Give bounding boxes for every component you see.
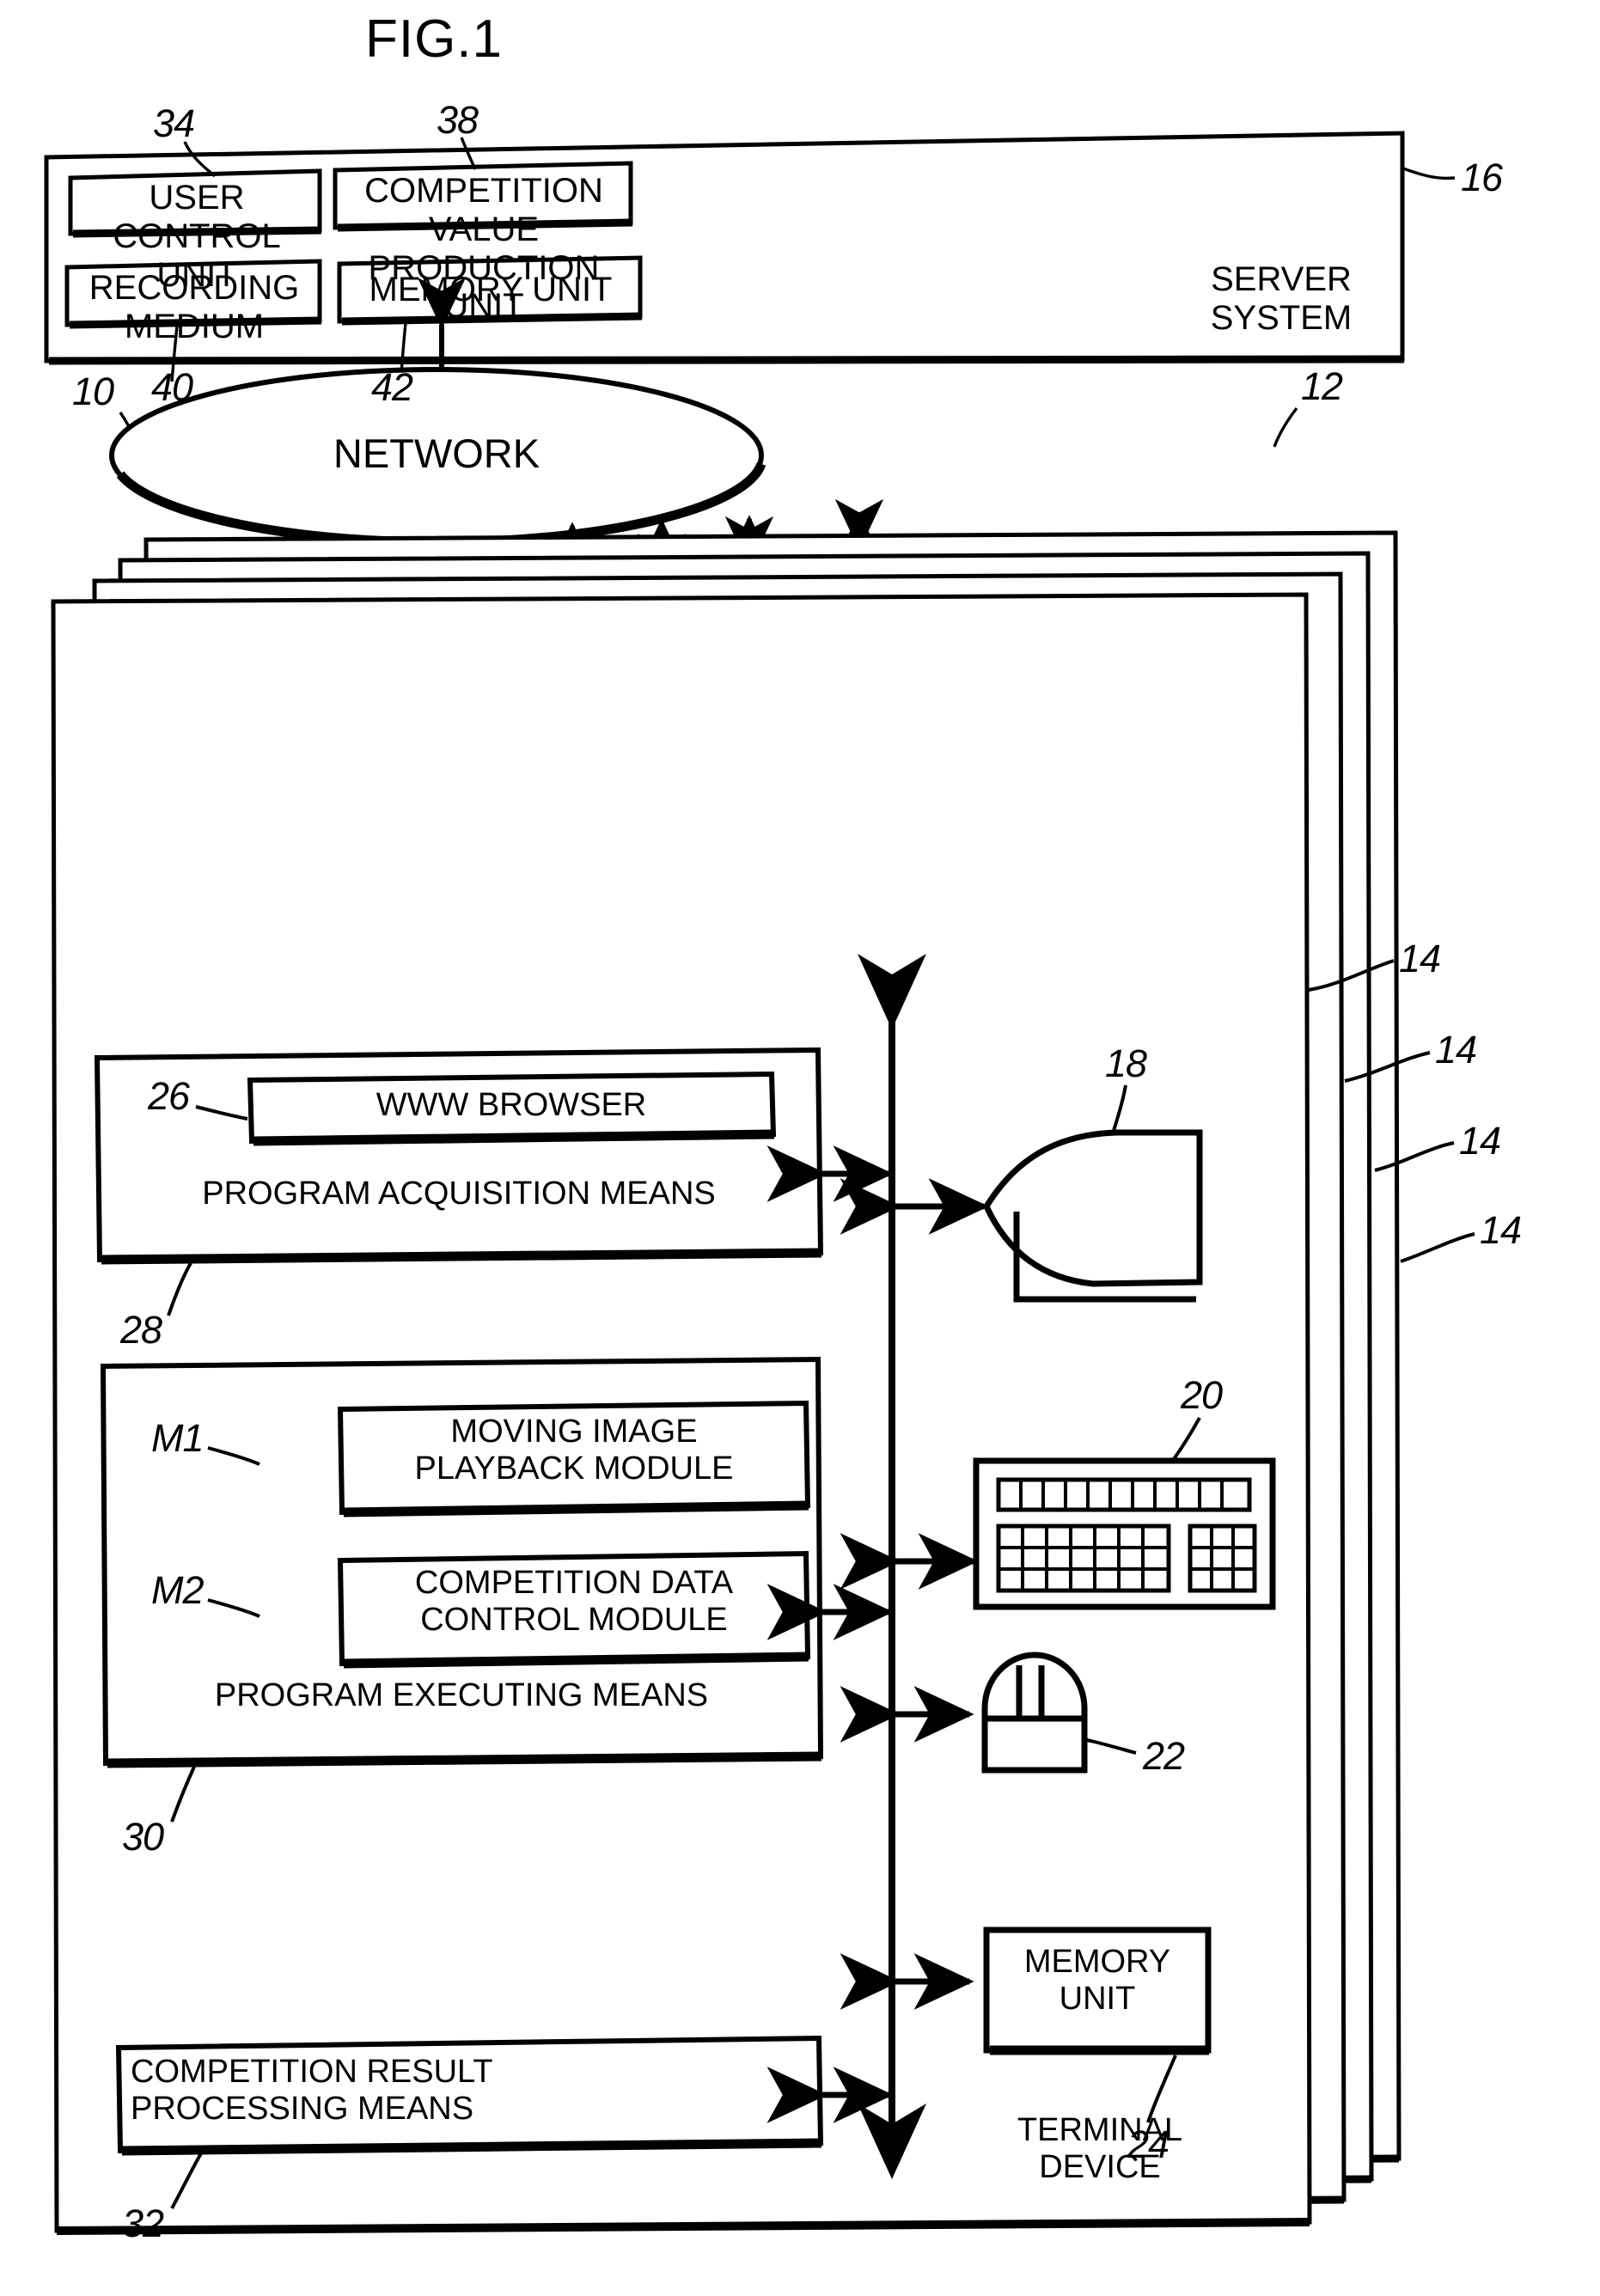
ref-28: 28 <box>120 1308 162 1352</box>
ref-14-c: 14 <box>1459 1119 1501 1163</box>
www-browser-box <box>247 1071 777 1146</box>
ref-14-a: 14 <box>1399 937 1441 980</box>
ref-20: 20 <box>1181 1373 1223 1417</box>
ref-34: 34 <box>153 101 195 145</box>
ref-10: 10 <box>72 369 114 413</box>
user-control-unit-box <box>68 168 322 238</box>
ref-18: 18 <box>1105 1041 1147 1085</box>
ref-42: 42 <box>371 365 413 409</box>
competition-value-production-unit-box <box>333 161 633 232</box>
moving-image-playback-module-box <box>337 1400 811 1517</box>
network-ellipse <box>109 367 766 547</box>
ref-m1: M1 <box>151 1416 205 1460</box>
recording-medium-box <box>64 259 322 329</box>
server-memory-unit-box <box>337 255 643 326</box>
ref-22: 22 <box>1143 1734 1185 1778</box>
ref-30: 30 <box>122 1815 164 1859</box>
server-system-box <box>44 131 1405 365</box>
ref-16: 16 <box>1461 156 1503 199</box>
ref-32: 32 <box>122 2201 164 2245</box>
keyboard-icon <box>973 1457 1276 1610</box>
ref-m2: M2 <box>151 1568 205 1612</box>
diagram-canvas <box>44 131 1475 2235</box>
terminal-memory-unit-box <box>983 1927 1212 2055</box>
ref-38: 38 <box>437 98 479 142</box>
ref-24: 24 <box>1127 2122 1169 2166</box>
competition-data-control-module-box <box>337 1550 811 1669</box>
ref-40: 40 <box>151 365 193 409</box>
ref-14-d: 14 <box>1480 1208 1522 1252</box>
competition-result-processing-means-box <box>115 2035 824 2156</box>
ref-14-b: 14 <box>1435 1028 1477 1072</box>
ref-26: 26 <box>148 1074 190 1118</box>
ref-12: 12 <box>1301 364 1343 408</box>
patent-figure: FIG.1 USER CONTROL UNIT COMPETITION VALU… <box>0 0 1600 2296</box>
